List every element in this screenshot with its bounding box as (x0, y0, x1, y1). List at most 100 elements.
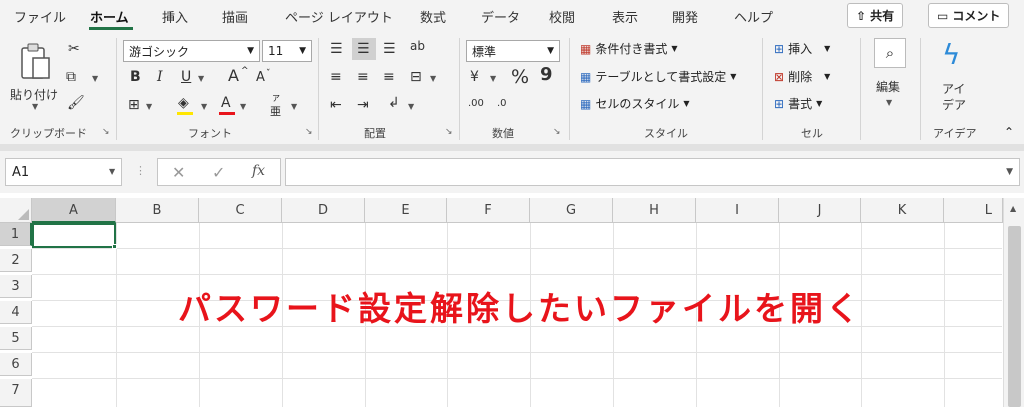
align-left-icon[interactable]: ≡ (330, 70, 342, 84)
align-middle-icon[interactable]: ☰ (357, 42, 370, 56)
align-top-icon[interactable]: ☰ (330, 42, 343, 56)
column-header-l[interactable]: L (944, 198, 1003, 223)
vertical-scrollbar[interactable]: ▲ (1003, 198, 1024, 407)
tab-page-layout[interactable]: ページ レイアウト (285, 7, 393, 26)
number-launcher-icon[interactable]: ↘ (553, 127, 561, 137)
column-header-d[interactable]: D (282, 198, 365, 223)
font-launcher-icon[interactable]: ↘ (305, 127, 313, 137)
scroll-up-icon[interactable]: ▲ (1010, 204, 1016, 213)
cancel-icon[interactable]: ✕ (172, 163, 185, 182)
fill-color-icon[interactable]: ◈ (178, 96, 189, 110)
column-header-j[interactable]: J (779, 198, 861, 223)
cell-styles-button[interactable]: ▦ セルのスタイル ▼ (580, 95, 690, 112)
formula-input[interactable]: ▼ (285, 158, 1020, 186)
format-painter-icon[interactable]: 🖌 (67, 96, 85, 110)
column-header-h[interactable]: H (613, 198, 696, 223)
shrink-font-button[interactable]: A (256, 71, 265, 84)
decrease-indent-icon[interactable]: ⇤ (330, 98, 342, 112)
row-header-3[interactable]: 3 (0, 275, 32, 298)
decrease-decimal-button[interactable]: .0 (497, 98, 507, 109)
alignment-launcher-icon[interactable]: ↘ (445, 127, 453, 137)
row-header-6[interactable]: 6 (0, 353, 32, 376)
conditional-formatting-button[interactable]: ▦ 条件付き書式 ▼ (580, 40, 678, 57)
enter-icon[interactable]: ✓ (212, 163, 225, 182)
align-bottom-icon[interactable]: ☰ (383, 42, 396, 56)
font-name-select[interactable]: 游ゴシック ▼ (123, 40, 260, 62)
font-color-dropdown-icon[interactable]: ▼ (240, 102, 246, 111)
merge-center-icon[interactable]: ⊟ (410, 70, 422, 84)
comma-style-button[interactable]: 9 (540, 66, 553, 84)
tab-formulas[interactable]: 数式 (420, 7, 446, 26)
clipboard-launcher-icon[interactable]: ↘ (102, 127, 110, 137)
underline-dropdown-icon[interactable]: ▼ (198, 74, 204, 83)
format-as-table-button[interactable]: ▦ テーブルとして書式設定 ▼ (580, 68, 736, 85)
borders-dropdown-icon[interactable]: ▼ (146, 102, 152, 111)
tab-view[interactable]: 表示 (612, 7, 638, 26)
delete-cells-button[interactable]: ⊠ 削除 ▼ (774, 68, 830, 85)
currency-icon[interactable]: ¥ (470, 70, 479, 84)
fill-color-dropdown-icon[interactable]: ▼ (201, 102, 207, 111)
column-header-f[interactable]: F (447, 198, 530, 223)
tab-home[interactable]: ホーム (90, 7, 129, 26)
copy-icon[interactable]: ⧉ (66, 70, 76, 84)
row-header-2[interactable]: 2 (0, 249, 32, 272)
scroll-thumb[interactable] (1008, 226, 1021, 407)
tab-insert[interactable]: 挿入 (162, 7, 188, 26)
borders-icon[interactable]: ⊞ (128, 98, 140, 112)
paste-button[interactable]: 貼り付け ▼ (10, 38, 60, 118)
increase-decimal-button[interactable]: .00 (468, 98, 484, 109)
phonetic-button[interactable]: 亜 (270, 103, 281, 119)
currency-dropdown-icon[interactable]: ▼ (490, 74, 496, 83)
expand-formula-icon[interactable]: ▼ (1006, 167, 1013, 177)
italic-button[interactable]: I (157, 70, 163, 84)
grow-font-button[interactable]: A (228, 68, 239, 84)
column-header-b[interactable]: B (116, 198, 199, 223)
increase-indent-icon[interactable]: ⇥ (357, 98, 369, 112)
ideas-button[interactable]: ϟ アイ デア (932, 38, 982, 118)
column-header-e[interactable]: E (365, 198, 447, 223)
more-options-icon[interactable]: ⋮ (135, 164, 146, 177)
font-size-select[interactable]: 11 ▼ (262, 40, 312, 62)
tab-data[interactable]: データ (481, 7, 520, 26)
cut-icon[interactable]: ✂ (68, 42, 80, 56)
column-header-a[interactable]: A (32, 198, 116, 223)
name-box[interactable]: A1 ▼ (5, 158, 122, 186)
tab-help[interactable]: ヘルプ (734, 7, 773, 26)
fill-handle[interactable] (112, 244, 117, 249)
align-center-icon[interactable]: ≡ (357, 70, 369, 84)
column-header-k[interactable]: K (861, 198, 944, 223)
row-header-5[interactable]: 5 (0, 327, 32, 350)
tab-file[interactable]: ファイル (14, 7, 66, 26)
orientation-icon[interactable]: ab (410, 40, 425, 52)
editing-button[interactable]: ⌕ 編集 ▼ (870, 38, 910, 114)
percent-button[interactable]: % (511, 68, 529, 87)
number-format-select[interactable]: 標準 ▼ (466, 40, 560, 62)
merge-dropdown-icon[interactable]: ▼ (430, 74, 436, 83)
underline-button[interactable]: U (181, 70, 191, 84)
comments-button[interactable]: ▭ コメント (928, 3, 1010, 28)
active-cell-a1[interactable] (32, 223, 116, 248)
wrap-text-icon[interactable]: ↲ (388, 96, 400, 110)
font-color-button[interactable]: A (221, 96, 231, 110)
phonetic-dropdown-icon[interactable]: ▼ (291, 102, 297, 111)
wrap-dropdown-icon[interactable]: ▼ (408, 102, 414, 111)
column-header-i[interactable]: I (696, 198, 779, 223)
share-button[interactable]: ⇧ 共有 (847, 3, 904, 28)
paste-dropdown-icon[interactable]: ▼ (32, 102, 38, 111)
insert-function-button[interactable]: fx (252, 163, 265, 179)
row-header-4[interactable]: 4 (0, 301, 32, 324)
column-header-c[interactable]: C (199, 198, 282, 223)
insert-cells-button[interactable]: ⊞ 挿入 ▼ (774, 40, 830, 57)
row-header-1[interactable]: 1 (0, 223, 32, 246)
collapse-ribbon-icon[interactable]: ⌃ (1004, 125, 1014, 139)
format-cells-button[interactable]: ⊞ 書式 ▼ (774, 95, 822, 112)
column-header-g[interactable]: G (530, 198, 613, 223)
bold-button[interactable]: B (130, 70, 141, 84)
row-header-7[interactable]: 7 (0, 379, 32, 407)
tab-draw[interactable]: 描画 (222, 7, 248, 26)
align-right-icon[interactable]: ≡ (383, 70, 395, 84)
select-all-corner[interactable] (0, 198, 32, 223)
tab-review[interactable]: 校閲 (549, 7, 575, 26)
copy-dropdown-icon[interactable]: ▼ (92, 74, 98, 83)
tab-developer[interactable]: 開発 (672, 7, 698, 26)
